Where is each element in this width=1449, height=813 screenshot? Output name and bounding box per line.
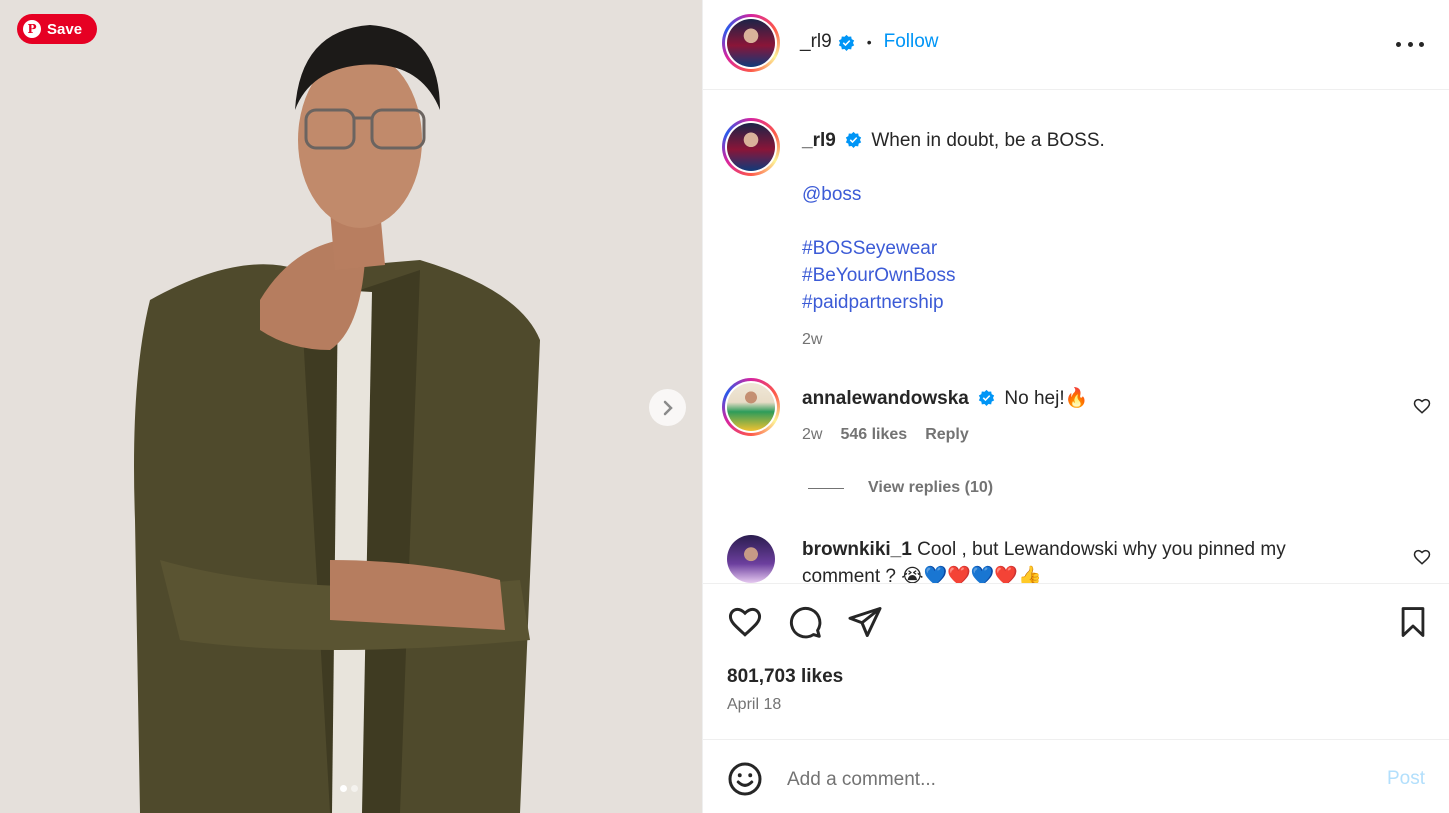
comment-likes-count[interactable]: 546 likes bbox=[840, 426, 907, 444]
comment-like-heart-icon[interactable] bbox=[1413, 548, 1431, 566]
author-avatar[interactable] bbox=[722, 14, 780, 72]
chevron-right-icon bbox=[663, 400, 673, 415]
replies-line bbox=[808, 487, 844, 489]
comment-username[interactable]: annalewandowska bbox=[802, 388, 969, 409]
carousel-dot-active bbox=[340, 785, 347, 792]
more-options-icon[interactable] bbox=[1396, 34, 1424, 54]
add-comment-input[interactable] bbox=[787, 764, 1347, 796]
author-username[interactable]: _rl9 bbox=[800, 31, 832, 53]
post-date[interactable]: April 18 bbox=[727, 696, 781, 714]
hashtag-link[interactable]: #BOSSeyewear bbox=[802, 235, 1412, 262]
carousel-dot bbox=[351, 785, 358, 792]
header-separator: • bbox=[866, 34, 872, 50]
comment-composer: Post bbox=[703, 739, 1449, 813]
comment-bubble-icon[interactable] bbox=[787, 604, 823, 640]
pinterest-save-button[interactable]: P Save bbox=[17, 14, 97, 44]
caption-text: When in doubt, be a BOSS. bbox=[871, 130, 1105, 151]
view-replies-button[interactable]: View replies (10) bbox=[808, 479, 993, 497]
comment-meta: 2w 546 likes Reply bbox=[802, 426, 969, 444]
follow-button[interactable]: Follow bbox=[884, 31, 939, 53]
verified-badge-icon bbox=[838, 34, 854, 51]
like-heart-icon[interactable] bbox=[727, 604, 763, 640]
post-comment-button[interactable]: Post bbox=[1387, 768, 1425, 790]
comments-scroll-clip: brownkiki_1 Cool , but Lewandowski why y… bbox=[703, 520, 1449, 583]
carousel-indicator bbox=[340, 785, 358, 792]
emoji-icon[interactable] bbox=[727, 761, 763, 797]
divider bbox=[703, 89, 1449, 90]
comment-age: 2w bbox=[802, 426, 823, 443]
commenter-avatar[interactable] bbox=[722, 378, 780, 436]
save-label: Save bbox=[47, 20, 83, 38]
verified-badge-icon bbox=[845, 131, 862, 148]
pinterest-icon: P bbox=[23, 20, 41, 38]
reply-button[interactable]: Reply bbox=[925, 426, 969, 444]
caption-author-avatar[interactable] bbox=[722, 118, 780, 176]
view-replies-label: View replies (10) bbox=[868, 479, 994, 496]
comment: brownkiki_1 Cool , but Lewandowski why y… bbox=[802, 536, 1362, 583]
divider bbox=[703, 583, 1449, 584]
comment-text: No hej!🔥 bbox=[1004, 388, 1089, 409]
caption-age: 2w bbox=[802, 331, 823, 348]
caption-mention-link[interactable]: @boss bbox=[802, 181, 1412, 208]
post-actions bbox=[727, 604, 883, 640]
comment-like-heart-icon[interactable] bbox=[1413, 397, 1431, 415]
carousel-next-button[interactable] bbox=[649, 389, 686, 426]
hashtag-link[interactable]: #BeYourOwnBoss bbox=[802, 262, 1412, 289]
verified-badge-icon bbox=[978, 389, 995, 406]
post-header: _rl9 • Follow bbox=[800, 31, 939, 53]
comment-username[interactable]: brownkiki_1 bbox=[802, 539, 912, 560]
post-caption: _rl9 When in doubt, be a BOSS. @boss #BO… bbox=[802, 127, 1412, 353]
share-paper-plane-icon[interactable] bbox=[847, 604, 883, 640]
comment: annalewandowska No hej!🔥 bbox=[802, 385, 1362, 412]
caption-username[interactable]: _rl9 bbox=[802, 130, 836, 151]
post-media[interactable]: P Save bbox=[0, 0, 702, 813]
post-likes-count[interactable]: 801,703 likes bbox=[727, 666, 843, 688]
post-photo bbox=[0, 0, 702, 813]
hashtag-link[interactable]: #paidpartnership bbox=[802, 289, 1412, 316]
bookmark-icon[interactable] bbox=[1396, 604, 1430, 640]
